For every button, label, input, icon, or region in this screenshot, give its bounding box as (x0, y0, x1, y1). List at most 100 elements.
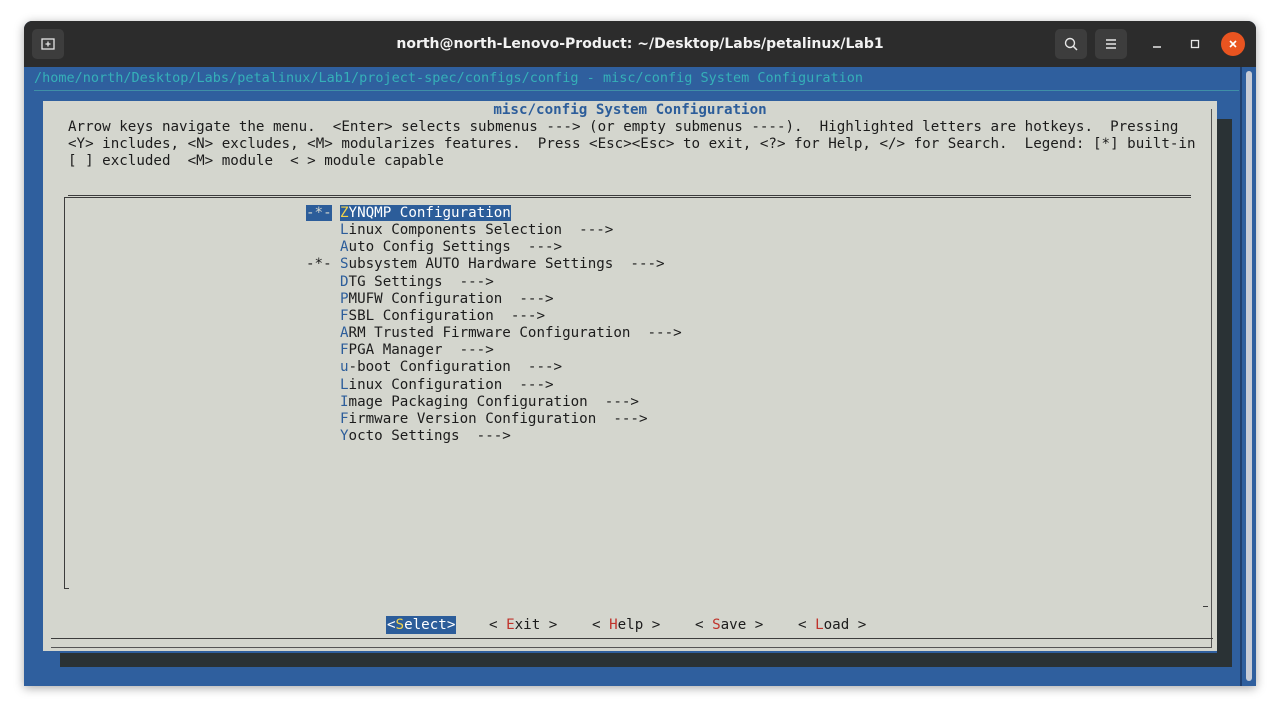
menu-item-text: inux Configuration (348, 376, 503, 393)
menu-box-top (64, 197, 1191, 198)
new-tab-icon[interactable] (32, 29, 64, 59)
menu-item-text: PGA Manager (348, 342, 443, 359)
help-button[interactable]: < Help > (592, 616, 660, 634)
window-title: north@north-Lenovo-Product: ~/Desktop/La… (396, 36, 884, 52)
menu-item[interactable]: Firmware Version Configuration ---> (306, 411, 648, 428)
terminal-area[interactable]: /home/north/Desktop/Labs/petalinux/Lab1/… (24, 67, 1256, 686)
menu-item[interactable]: PMUFW Configuration ---> (306, 291, 554, 308)
menu-item[interactable]: Auto Config Settings ---> (306, 239, 562, 256)
submenu-arrow: ---> (613, 256, 665, 273)
scrollbar[interactable] (1246, 71, 1252, 681)
menu-item-prefix: -*- (306, 205, 340, 222)
hamburger-menu-icon[interactable] (1095, 29, 1127, 59)
menu-item-text: mage Packaging Configuration (348, 393, 588, 410)
menu-item-text: RM Trusted Firmware Configuration (348, 325, 631, 342)
menu-item-label: Subsystem AUTO Hardware Settings (340, 256, 613, 272)
menu-item-hotkey: L (340, 376, 349, 393)
menu-item-text: YNQMP Configuration (348, 205, 511, 221)
btn-bracket: > (849, 617, 867, 633)
menu-item-hotkey: Z (340, 205, 349, 221)
submenu-arrow: ---> (630, 325, 682, 342)
btn-bracket: > (746, 617, 764, 633)
submenu-arrow: ---> (502, 290, 554, 307)
menu-item-label: DTG Settings (340, 274, 443, 290)
menu-item-label: Linux Configuration (340, 377, 502, 393)
menu-item[interactable]: u-boot Configuration ---> (306, 359, 562, 376)
menu-item-prefix: -*- (306, 256, 340, 273)
btn-hotkey: E (506, 617, 515, 633)
scroll-gutter (1240, 67, 1242, 686)
menu-item-text: irmware Version Configuration (348, 410, 597, 427)
menu-item-label: FPGA Manager (340, 342, 443, 358)
title-bar: north@north-Lenovo-Product: ~/Desktop/La… (24, 21, 1256, 67)
button-bar: <Select> < Exit > < Help > < Save > < Lo… (43, 616, 1217, 634)
menu-item[interactable]: ARM Trusted Firmware Configuration ---> (306, 325, 682, 342)
menu-item[interactable]: FSBL Configuration ---> (306, 308, 545, 325)
menu-box-corner (64, 588, 69, 589)
submenu-arrow: ---> (510, 359, 563, 376)
menu-item-state: -*- (306, 205, 332, 221)
menu-item[interactable]: Image Packaging Configuration ---> (306, 394, 639, 411)
search-icon[interactable] (1055, 29, 1087, 59)
menu-item-label: Auto Config Settings (340, 239, 511, 255)
btn-hotkey: S (395, 617, 405, 633)
path-divider (34, 90, 1239, 91)
save-button[interactable]: < Save > (695, 616, 763, 634)
menu-item-label: ARM Trusted Firmware Configuration (340, 325, 630, 341)
help-text: Arrow keys navigate the menu. <Enter> se… (68, 119, 1196, 170)
menu-item[interactable]: -*- ZYNQMP Configuration (306, 205, 511, 222)
menu-item-hotkey: A (340, 325, 349, 342)
btn-bracket: < (592, 617, 610, 633)
exit-button[interactable]: < Exit > (489, 616, 557, 634)
btn-label: ave (720, 617, 747, 633)
menu-item-label: u-boot Configuration (340, 359, 511, 375)
menu-item-text: SBL Configuration (348, 307, 494, 324)
dialog-shadow (1217, 119, 1232, 667)
menu-item-hotkey: P (340, 290, 349, 307)
help-separator (68, 195, 1191, 196)
maximize-icon[interactable] (1183, 32, 1207, 56)
menu-item[interactable]: Linux Components Selection ---> (306, 222, 613, 239)
menu-box-corner-right (1203, 606, 1208, 607)
submenu-arrow: ---> (442, 273, 494, 290)
menu-item-hotkey: Y (340, 427, 349, 444)
submenu-arrow: ---> (562, 222, 614, 239)
btn-bracket: > (446, 617, 456, 633)
menu-item-text: MUFW Configuration (348, 290, 503, 307)
close-icon[interactable] (1221, 32, 1245, 56)
menu-item-label: ZYNQMP Configuration (340, 205, 511, 221)
button-separator (51, 638, 1213, 639)
help-line: <Y> includes, <N> excludes, <M> modulari… (68, 136, 1196, 153)
menu-item-text: ubsystem AUTO Hardware Settings (348, 256, 614, 273)
load-button[interactable]: < Load > (798, 616, 866, 634)
menu-item-text: inux Components Selection (348, 222, 563, 239)
menu-item[interactable]: Yocto Settings ---> (306, 428, 511, 445)
menu-item[interactable]: Linux Configuration ---> (306, 377, 554, 394)
menu-item-hotkey: F (340, 342, 349, 359)
menu-item-hotkey: S (340, 256, 349, 273)
menu-item-hotkey: L (340, 222, 349, 239)
menu-item[interactable]: FPGA Manager ---> (306, 342, 494, 359)
menu-box-left (64, 197, 65, 589)
menu-item-hotkey: D (340, 273, 349, 290)
help-line: [ ] excluded <M> module < > module capab… (68, 153, 444, 170)
dialog-shadow-bottom (60, 653, 1232, 667)
submenu-arrow: ---> (442, 342, 494, 359)
menu-item-hotkey: F (340, 410, 349, 427)
submenu-arrow: ---> (459, 427, 511, 444)
menu-item-label: Firmware Version Configuration (340, 411, 596, 427)
menu-item-text: TG Settings (348, 273, 443, 290)
menu-item-label: Linux Components Selection (340, 222, 562, 238)
btn-bracket: < (387, 617, 396, 633)
select-button[interactable]: <Select> (386, 616, 457, 634)
btn-label: elp (617, 617, 644, 633)
menu-item-label: FSBL Configuration (340, 308, 494, 324)
btn-hotkey: L (815, 617, 824, 633)
help-line: Arrow keys navigate the menu. <Enter> se… (68, 119, 1179, 135)
menu-item[interactable]: DTG Settings ---> (306, 274, 494, 291)
btn-label: xit (514, 617, 541, 633)
submenu-arrow: ---> (596, 410, 648, 427)
menu-item[interactable]: -*- Subsystem AUTO Hardware Settings ---> (306, 256, 665, 273)
minimize-icon[interactable] (1145, 32, 1169, 56)
config-path: /home/north/Desktop/Labs/petalinux/Lab1/… (34, 70, 864, 86)
